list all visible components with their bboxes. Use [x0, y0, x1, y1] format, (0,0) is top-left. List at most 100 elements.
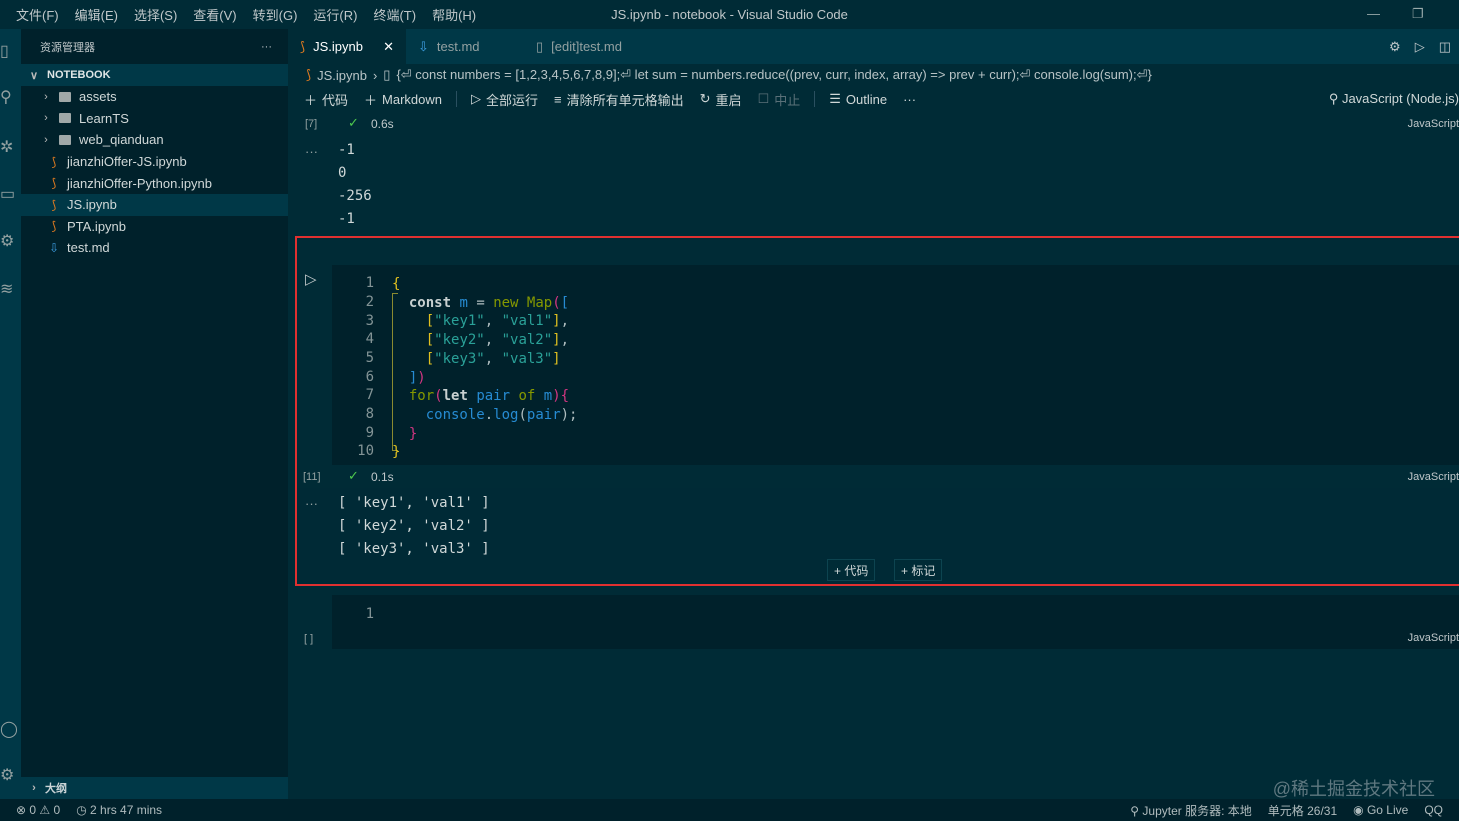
title-bar: 文件(F) 编辑(E) 选择(S) 查看(V) 转到(G) 运行(R) 终端(T… [0, 0, 1459, 29]
split-editor-icon[interactable]: ◫ [1439, 39, 1451, 55]
output-line: -1 [338, 208, 372, 231]
tab-js-ipynb[interactable]: ⟆ JS.ipynb ✕ [288, 29, 406, 64]
divider [814, 91, 815, 107]
remote-icon[interactable]: ▭ [0, 184, 15, 204]
cell-language[interactable]: JavaScript [1408, 118, 1459, 130]
menu-run[interactable]: 运行(R) [305, 5, 365, 24]
menu-help[interactable]: 帮助(H) [424, 5, 484, 24]
tree-label: jianzhiOffer-JS.ipynb [67, 154, 187, 169]
line-number: 3 [332, 313, 374, 329]
line-number: 10 [332, 443, 374, 459]
settings-icon[interactable]: ⚙ [0, 765, 14, 785]
debug-icon[interactable]: ✲ [0, 137, 13, 157]
cell-language[interactable]: JavaScript [1408, 632, 1459, 644]
tree-file-pta[interactable]: ⟆PTA.ipynb [21, 216, 288, 238]
source-control-icon[interactable]: ≋ [0, 279, 13, 299]
tree-label: PTA.ipynb [67, 219, 126, 234]
restart-icon: ↻ [700, 91, 711, 107]
restart-button[interactable]: ↻重启 [694, 90, 748, 109]
tab-label: JS.ipynb [313, 39, 363, 54]
notebook-cell-7: [7] ✓ 0.6s JavaScript ··· -1 0 -256 -1 [288, 112, 1459, 234]
section-notebook[interactable]: ∨NOTEBOOK [21, 64, 288, 86]
cell-indicator[interactable]: 单元格 26/31 [1268, 802, 1337, 819]
tree-folder-learnts[interactable]: ›LearnTS [21, 108, 288, 130]
notebook-icon: ⟆ [41, 198, 67, 212]
go-live-button[interactable]: ◉ Go Live [1353, 803, 1408, 817]
run-all-button[interactable]: ▷全部运行 [465, 90, 544, 109]
add-markdown-cell-button[interactable]: + 标记 [894, 559, 942, 581]
tree-file-js-ipynb[interactable]: ⟆JS.ipynb [21, 194, 288, 216]
status-bar: ⊗ 0 ⚠ 0 ◷ 2 hrs 47 mins ⚲ Jupyter 服务器: 本… [0, 799, 1459, 821]
notebook-icon: ⟆ [300, 39, 305, 55]
account-icon[interactable]: ◯ [0, 719, 18, 739]
tree-label: LearnTS [79, 111, 129, 126]
tree-file-jianzhioffer-python[interactable]: ⟆jianzhiOffer-Python.ipynb [21, 172, 288, 194]
more-actions-button[interactable]: ··· [261, 41, 272, 53]
tree-label: assets [79, 89, 117, 104]
add-code-button[interactable]: ＋代码 [298, 90, 354, 109]
menu-terminal[interactable]: 终端(T) [365, 5, 424, 24]
jupyter-server[interactable]: ⚲ Jupyter 服务器: 本地 [1130, 802, 1251, 819]
list-icon: ☰ [829, 91, 841, 107]
label: 代码 [322, 90, 348, 109]
breadcrumb-file[interactable]: JS.ipynb [317, 68, 367, 83]
tree-folder-web-qianduan[interactable]: ›web_qianduan [21, 129, 288, 151]
chevron-right-icon: › [39, 91, 53, 103]
gear-icon[interactable]: ⚙ [1389, 39, 1401, 55]
notebook-icon: ⟆ [41, 176, 67, 190]
menu-go[interactable]: 转到(G) [245, 5, 306, 24]
kernel-icon: ⚲ [1329, 91, 1342, 106]
chevron-right-icon: › [39, 134, 53, 146]
clear-outputs-button[interactable]: ≡清除所有单元格输出 [548, 90, 690, 109]
add-code-cell-button[interactable]: + 代码 [827, 559, 875, 581]
tab-edit-test-md[interactable]: ▯[edit]test.md [524, 29, 654, 64]
more-button[interactable]: ··· [897, 92, 922, 107]
line-number: 1 [332, 606, 374, 622]
run-cell-icon[interactable]: ▷ [305, 270, 317, 288]
minimize-icon[interactable]: — [1367, 6, 1380, 21]
output-line: [ 'key2', 'val2' ] [338, 515, 490, 538]
menu-edit[interactable]: 编辑(E) [67, 5, 126, 24]
chevron-right-icon: › [27, 782, 41, 794]
interrupt-button[interactable]: ☐中止 [752, 90, 807, 109]
problems-indicator[interactable]: ⊗ 0 ⚠ 0 [16, 803, 60, 817]
menu-selection[interactable]: 选择(S) [126, 5, 185, 24]
section-outline[interactable]: ›大纲 [21, 777, 288, 799]
execution-count: [11] [303, 471, 321, 483]
tab-test-md[interactable]: ⇩test.md [406, 29, 524, 64]
extensions-icon[interactable]: ⚙ [0, 231, 14, 251]
add-markdown-button[interactable]: ＋Markdown [358, 90, 448, 109]
execution-count: [7] [305, 118, 317, 130]
tree-label: jianzhiOffer-Python.ipynb [67, 176, 212, 191]
run-icon[interactable]: ▷ [1415, 39, 1425, 55]
explorer-icon[interactable]: ▯ [0, 41, 9, 61]
menu-file[interactable]: 文件(F) [8, 5, 67, 24]
label: Outline [846, 92, 887, 107]
code-editor[interactable]: 1 2 3 4 5 6 7 8 9 10 { const m = new Map… [332, 265, 1459, 465]
restore-icon[interactable]: ❐ [1412, 6, 1424, 22]
execution-count: [ ] [304, 633, 313, 645]
label: Markdown [382, 92, 442, 107]
line-number: 4 [332, 331, 374, 347]
check-icon: ✓ [348, 468, 359, 484]
qq-button[interactable]: QQ [1424, 803, 1443, 817]
kernel-picker[interactable]: ⚲ JavaScript (Node.js) [1329, 91, 1459, 107]
tree-file-jianzhioffer-js[interactable]: ⟆jianzhiOffer-JS.ipynb [21, 151, 288, 173]
time-tracker[interactable]: ◷ 2 hrs 47 mins [76, 803, 162, 817]
tree-folder-assets[interactable]: › assets [21, 86, 288, 108]
tree-label: test.md [67, 240, 110, 255]
cell-language[interactable]: JavaScript [1408, 471, 1459, 483]
cell-icon: ▯ [383, 67, 390, 83]
close-icon[interactable]: ✕ [383, 39, 394, 55]
breadcrumb-cell[interactable]: {⏎ const numbers = [1,2,3,4,5,6,7,8,9];⏎… [396, 67, 1151, 83]
menu-view[interactable]: 查看(V) [185, 5, 244, 24]
output-more-icon[interactable]: ··· [305, 144, 318, 159]
empty-code-editor[interactable]: 1 JavaScript [332, 595, 1459, 649]
outline-button[interactable]: ☰ Outline [823, 91, 893, 107]
preview-icon: ▯ [536, 39, 543, 55]
error-count: 0 [29, 803, 36, 817]
tree-file-test-md[interactable]: ⇩test.md [21, 237, 288, 259]
search-icon[interactable]: ⚲ [0, 87, 12, 107]
output-more-icon[interactable]: ··· [305, 496, 318, 511]
tab-label: test.md [437, 39, 480, 54]
